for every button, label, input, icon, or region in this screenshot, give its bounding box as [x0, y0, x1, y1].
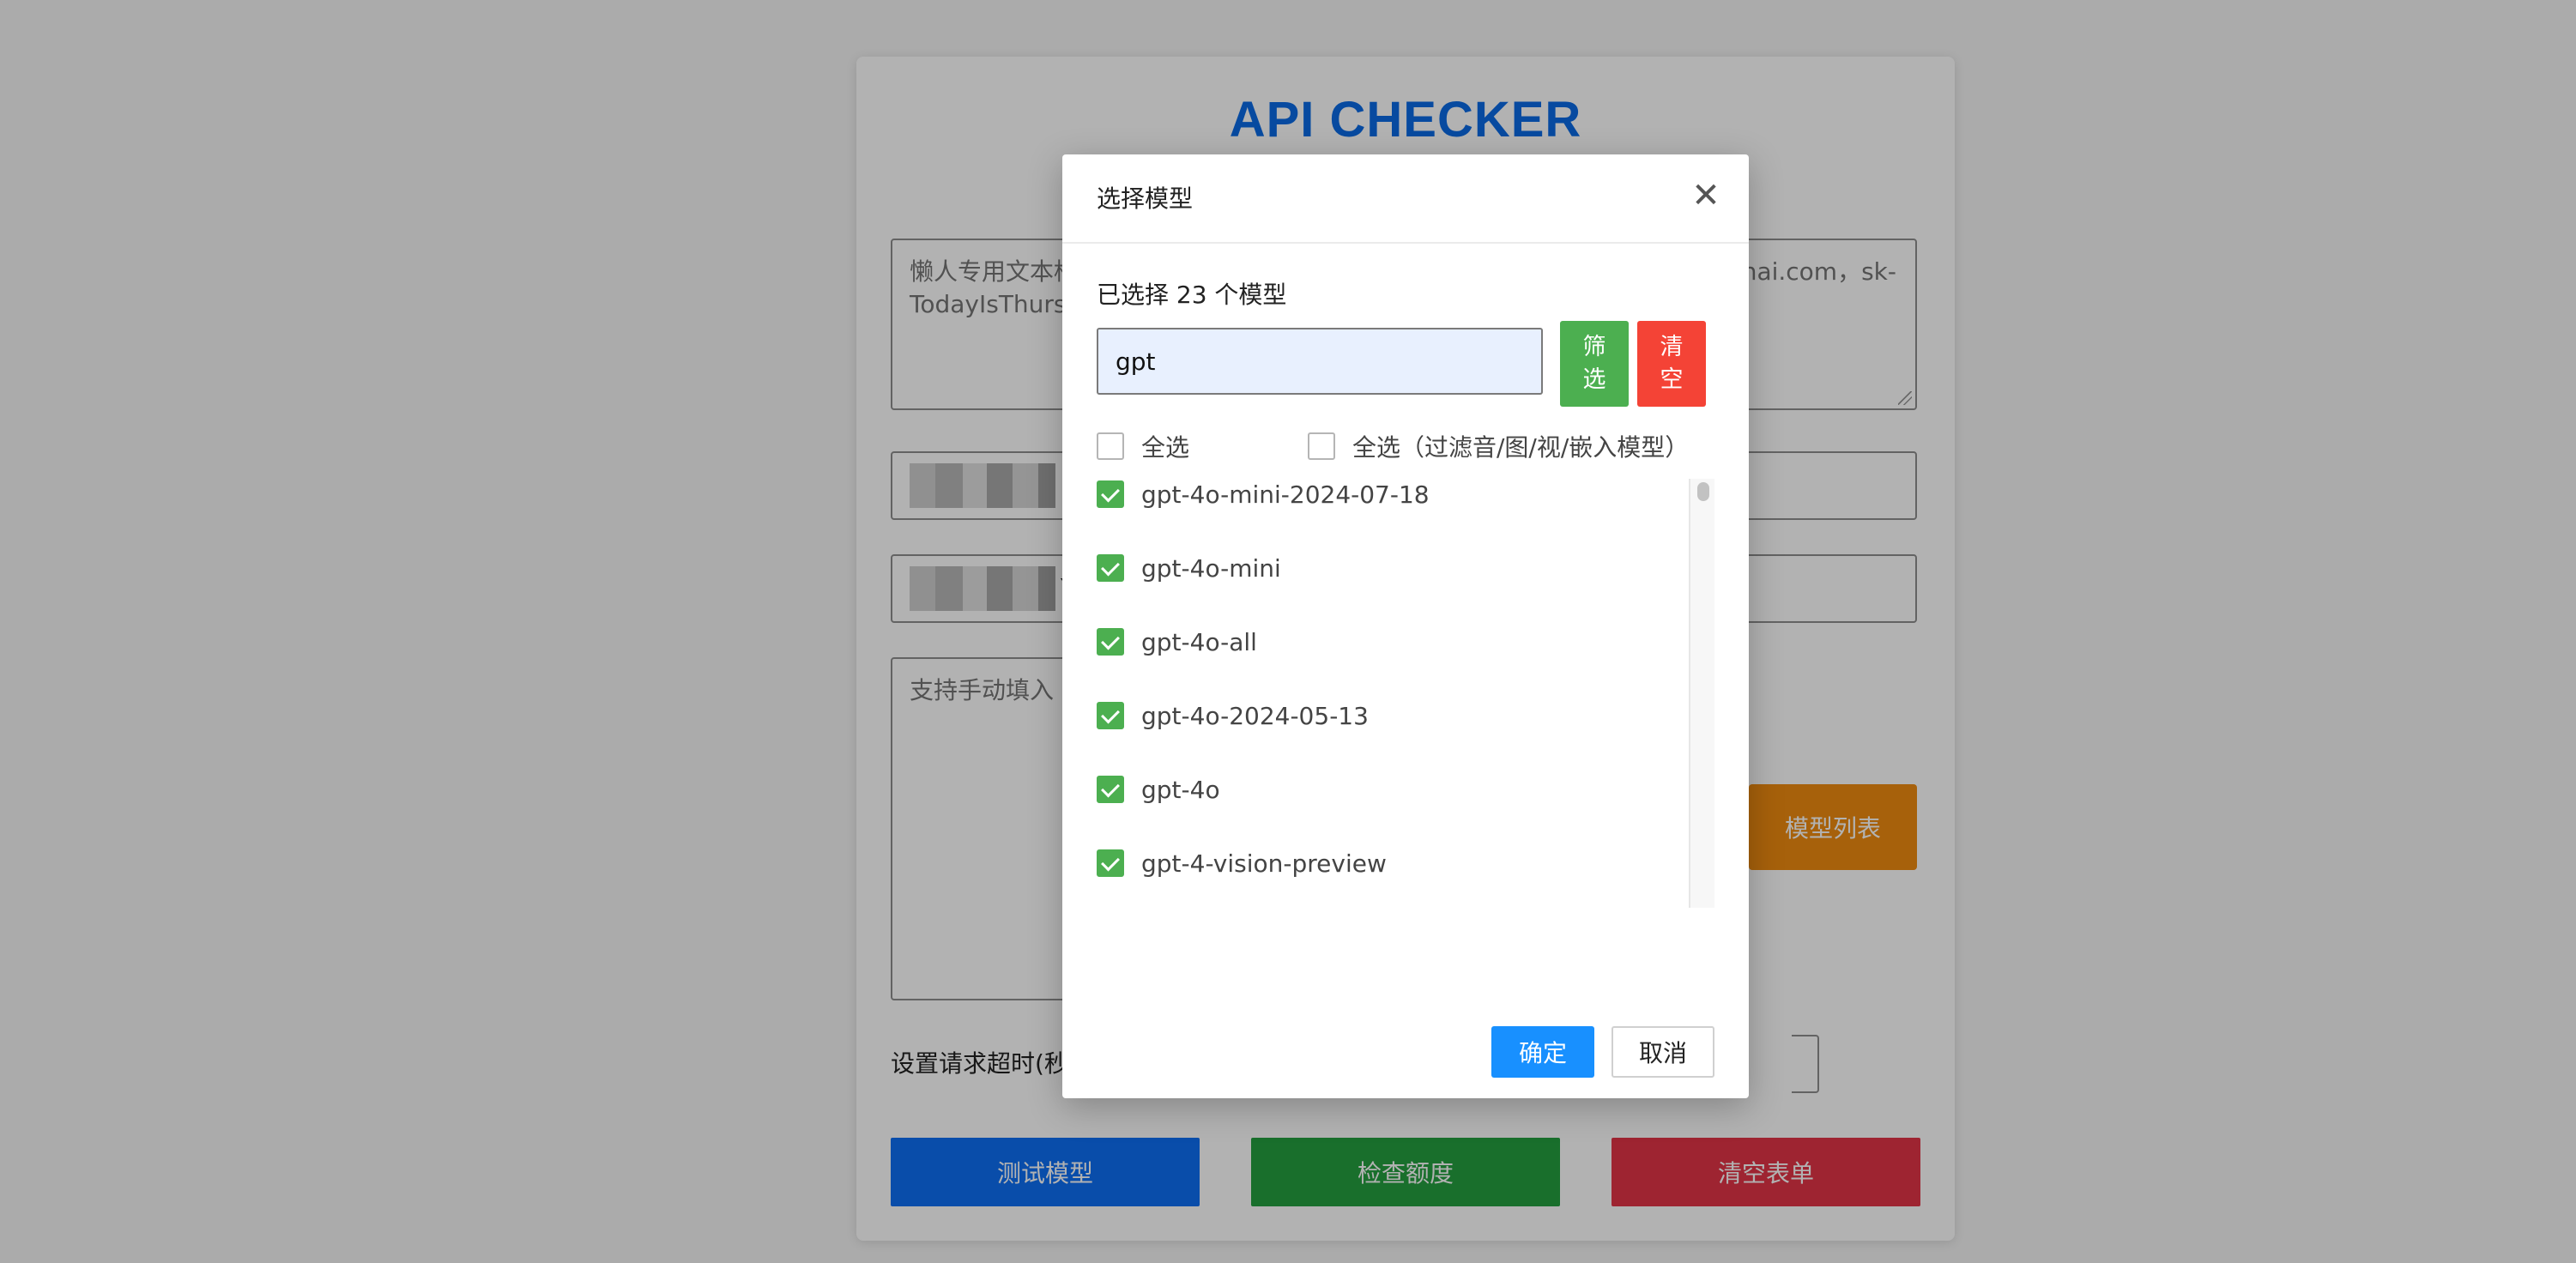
dialog-header: 选择模型 ✕ — [1062, 154, 1749, 244]
cancel-button[interactable]: 取消 — [1612, 1026, 1714, 1078]
model-label: gpt-4o-2024-05-13 — [1141, 701, 1369, 730]
model-item[interactable]: gpt-4-vision-preview — [1097, 848, 1387, 882]
clear-filter-button[interactable]: 清空 — [1637, 321, 1706, 407]
model-label: gpt-4o-mini — [1141, 553, 1281, 583]
model-checkbox[interactable] — [1097, 776, 1124, 803]
model-checkbox[interactable] — [1097, 702, 1124, 729]
model-checkbox[interactable] — [1097, 480, 1124, 508]
model-item[interactable]: gpt-4o — [1097, 774, 1220, 808]
confirm-button[interactable]: 确定 — [1491, 1026, 1594, 1078]
model-item[interactable]: gpt-4o-2024-05-13 — [1097, 700, 1369, 734]
filter-button[interactable]: 筛选 — [1560, 321, 1629, 407]
model-label: gpt-4o-all — [1141, 627, 1257, 656]
model-checkbox[interactable] — [1097, 849, 1124, 877]
model-checkbox[interactable] — [1097, 628, 1124, 656]
select-all-option[interactable]: 全选 — [1097, 429, 1189, 463]
model-checkbox[interactable] — [1097, 554, 1124, 582]
model-label: gpt-4o — [1141, 775, 1220, 804]
select-all-filtered-checkbox[interactable] — [1308, 432, 1335, 460]
model-label: gpt-4-vision-preview — [1141, 849, 1387, 878]
select-all-row: 全选 全选（过滤音/图/视/嵌入模型） — [1097, 429, 1714, 463]
dialog-title: 选择模型 — [1097, 184, 1194, 213]
model-label: gpt-4o-mini-2024-07-18 — [1141, 480, 1430, 509]
close-icon[interactable]: ✕ — [1685, 175, 1726, 216]
model-list-scrollbar[interactable] — [1689, 479, 1714, 908]
model-item[interactable]: gpt-4o-mini-2024-07-18 — [1097, 479, 1430, 513]
select-all-filtered-label: 全选（过滤音/图/视/嵌入模型） — [1352, 433, 1690, 462]
select-all-filtered-option[interactable]: 全选（过滤音/图/视/嵌入模型） — [1308, 429, 1689, 463]
model-item[interactable]: gpt-4o-all — [1097, 626, 1257, 661]
select-model-dialog: 选择模型 ✕ 已选择 23 个模型 筛选 清空 全选 全选（过滤音/图/视/嵌入… — [1062, 154, 1749, 1098]
selected-count: 已选择 23 个模型 — [1097, 281, 1287, 309]
model-list[interactable]: gpt-4o-mini-2024-07-18 gpt-4o-mini gpt-4… — [1097, 479, 1680, 908]
scrollbar-thumb[interactable] — [1697, 482, 1709, 501]
model-filter-input[interactable] — [1097, 328, 1543, 395]
select-all-checkbox[interactable] — [1097, 432, 1124, 460]
select-all-label: 全选 — [1141, 433, 1190, 462]
model-item[interactable]: gpt-4o-mini — [1097, 553, 1281, 587]
